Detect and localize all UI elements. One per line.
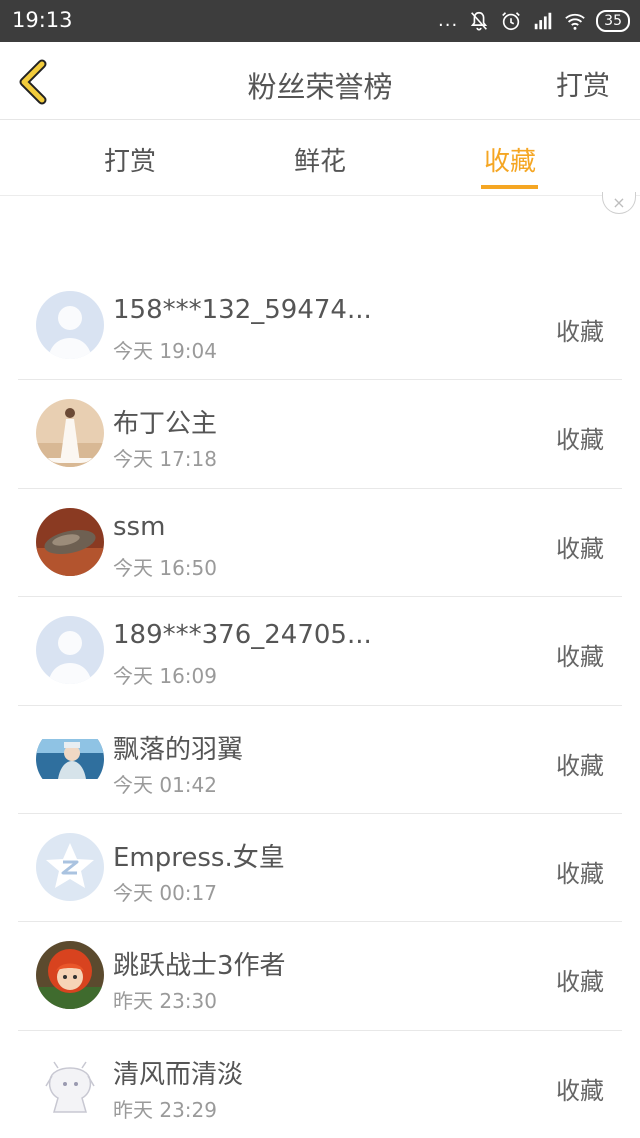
close-icon: × xyxy=(612,193,626,212)
favorite-label: 收藏 xyxy=(556,968,604,997)
sketch-character-icon xyxy=(36,1049,104,1118)
list-item[interactable]: 布丁公主 今天 17:18 收藏 xyxy=(18,380,622,489)
status-time: 19:13 xyxy=(12,8,73,32)
list-item[interactable]: ssm 今天 16:50 收藏 xyxy=(18,489,622,598)
avatar xyxy=(36,1049,104,1118)
tab-bar: 打赏 鲜花 收藏 xyxy=(0,121,640,196)
list-item[interactable]: 飘落的羽翼 今天 01:42 收藏 xyxy=(18,706,622,814)
cartoon-girl-icon xyxy=(36,941,104,1010)
fan-name: 189***376_24705... xyxy=(113,620,372,651)
list-item[interactable]: 158***132_59474... 今天 19:04 收藏 xyxy=(18,272,622,381)
close-ad-button[interactable]: × xyxy=(602,192,636,214)
avatar xyxy=(36,399,104,468)
fan-name: 布丁公主 xyxy=(113,409,218,440)
back-button[interactable] xyxy=(14,58,54,106)
battery-indicator: 35 xyxy=(596,10,630,32)
reward-button[interactable]: 打赏 xyxy=(556,64,610,103)
fan-name: 飘落的羽翼 xyxy=(113,734,244,765)
avatar xyxy=(36,832,104,901)
qq-logo-icon xyxy=(36,832,104,901)
list-item[interactable]: 189***376_24705... 今天 16:09 收藏 xyxy=(18,597,622,706)
favorite-label: 收藏 xyxy=(556,751,604,780)
favorite-label: 收藏 xyxy=(556,1076,604,1105)
favorite-label: 收藏 xyxy=(556,859,604,888)
fan-name: ssm xyxy=(113,511,166,542)
favorite-label: 收藏 xyxy=(556,426,604,455)
favorite-label: 收藏 xyxy=(556,643,604,672)
fan-time: 今天 01:42 xyxy=(113,772,217,797)
fan-name: 清风而清淡 xyxy=(113,1059,244,1090)
signal-icon xyxy=(534,12,552,30)
avatar xyxy=(36,724,104,793)
fan-time: 今天 00:17 xyxy=(113,880,217,905)
alarm-icon xyxy=(502,12,521,31)
fan-list: 158***132_59474... 今天 19:04 收藏 布丁公主 今天 1… xyxy=(18,272,622,1138)
fan-time: 昨天 23:30 xyxy=(113,989,217,1014)
avatar xyxy=(36,616,104,685)
bride-photo-icon xyxy=(36,399,104,468)
fan-time: 今天 16:09 xyxy=(113,664,217,689)
default-avatar-icon xyxy=(36,616,104,685)
fan-name: 158***132_59474... xyxy=(113,295,372,325)
tab-favorites[interactable]: 收藏 xyxy=(450,141,570,178)
avatar xyxy=(36,941,104,1010)
rock-photo-icon xyxy=(36,507,104,576)
list-item[interactable]: 清风而清淡 昨天 23:29 收藏 xyxy=(18,1031,622,1138)
fan-time: 今天 16:50 xyxy=(113,555,217,580)
list-item[interactable]: Empress.女皇 今天 00:17 收藏 xyxy=(18,814,622,923)
page-title: 粉丝荣誉榜 xyxy=(247,70,393,104)
tab-flowers[interactable]: 鲜花 xyxy=(260,141,380,178)
avatar xyxy=(36,291,104,359)
fan-time: 昨天 23:29 xyxy=(113,1097,217,1122)
more-notifications-icon: ... xyxy=(438,10,459,31)
favorite-label: 收藏 xyxy=(556,318,604,346)
favorite-label: 收藏 xyxy=(556,534,604,563)
mute-bell-icon xyxy=(471,11,488,31)
active-tab-indicator xyxy=(481,185,538,189)
status-bar: 19:13 ... 35 xyxy=(0,0,640,42)
fan-time: 今天 19:04 xyxy=(113,339,217,363)
default-avatar-icon xyxy=(36,291,104,359)
tab-reward[interactable]: 打赏 xyxy=(70,141,190,178)
fan-name: Empress.女皇 xyxy=(113,842,285,873)
status-icons: ... 35 xyxy=(438,8,630,34)
anime-photo-icon xyxy=(36,724,104,793)
fan-time: 今天 17:18 xyxy=(113,447,217,472)
avatar xyxy=(36,507,104,576)
list-item[interactable]: 跳跃战士3作者 昨天 23:30 收藏 xyxy=(18,922,622,1031)
fan-name: 跳跃战士3作者 xyxy=(113,951,286,982)
wifi-icon xyxy=(565,13,585,30)
chevron-left-icon xyxy=(19,59,47,105)
app-header: 粉丝荣誉榜 打赏 xyxy=(0,42,640,120)
